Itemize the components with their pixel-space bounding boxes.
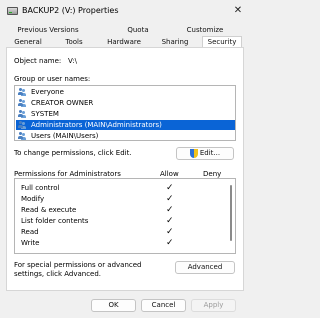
tab-strip: Previous Versions Quota Customize Genera… (6, 24, 244, 49)
permission-row: Write ✓ (21, 238, 221, 249)
tab-previous-versions[interactable]: Previous Versions (6, 25, 90, 36)
permissions-title: Permissions for Administrators (14, 170, 121, 178)
permissions-list[interactable]: Full control ✓ Modify ✓ Read & execute ✓… (14, 178, 236, 254)
permissions-scrollbar[interactable] (230, 185, 232, 241)
security-panel (6, 47, 244, 291)
user-item-creator-owner[interactable]: CREATOR OWNER (16, 98, 235, 108)
users-group-icon (18, 110, 28, 118)
permission-row: List folder contents ✓ (21, 216, 221, 227)
user-item-administrators[interactable]: Administrators (MAIN\Administrators) (16, 120, 235, 130)
object-name-value: V:\ (68, 57, 77, 65)
user-item-system[interactable]: SYSTEM (16, 109, 235, 119)
allow-check-icon: ✓ (166, 227, 174, 237)
advanced-button[interactable]: Advanced (175, 261, 235, 274)
allow-check-icon: ✓ (166, 238, 174, 248)
permission-row: Modify ✓ (21, 194, 221, 205)
allow-check-icon: ✓ (166, 216, 174, 226)
users-group-icon (18, 121, 28, 129)
groups-label: Group or user names: (14, 75, 91, 83)
permission-row: Full control ✓ (21, 183, 221, 194)
user-item-users[interactable]: Users (MAIN\Users) (16, 131, 235, 141)
allow-check-icon: ✓ (166, 194, 174, 204)
permission-name: Write (21, 239, 40, 247)
user-item-label: SYSTEM (31, 110, 59, 118)
change-permissions-label: To change permissions, click Edit. (14, 149, 132, 157)
user-list[interactable]: Everyone CREATOR OWNER SYSTEM Administra… (14, 85, 236, 141)
tab-customize[interactable]: Customize (179, 25, 231, 36)
title-bar: BACKUP2 (V:) Properties ✕ (0, 0, 250, 22)
close-button[interactable]: ✕ (231, 4, 245, 18)
window-title: BACKUP2 (V:) Properties (22, 6, 119, 15)
cancel-button[interactable]: Cancel (141, 299, 186, 312)
users-group-icon (18, 132, 28, 140)
permission-name: Modify (21, 195, 45, 203)
permission-name: Read (21, 228, 39, 236)
allow-check-icon: ✓ (166, 205, 174, 215)
edit-button-label: Edit... (199, 149, 221, 157)
edit-button[interactable]: Edit... (176, 147, 234, 160)
user-item-label: Administrators (MAIN\Administrators) (31, 121, 162, 129)
user-item-label: CREATOR OWNER (31, 99, 94, 107)
ok-button[interactable]: OK (91, 299, 136, 312)
drive-icon (7, 7, 18, 15)
tab-quota[interactable]: Quota (118, 25, 158, 36)
allow-check-icon: ✓ (166, 183, 174, 193)
user-item-label: Users (MAIN\Users) (31, 132, 99, 140)
apply-button[interactable]: Apply (191, 299, 236, 312)
user-item-label: Everyone (31, 88, 64, 96)
permission-row: Read ✓ (21, 227, 221, 238)
permission-name: Read & execute (21, 206, 77, 214)
permission-name: List folder contents (21, 217, 89, 225)
permission-name: Full control (21, 184, 60, 192)
permission-row: Read & execute ✓ (21, 205, 221, 216)
users-group-icon (18, 99, 28, 107)
uac-shield-icon (189, 149, 198, 158)
object-name-label: Object name: (14, 57, 62, 65)
allow-column-header: Allow (160, 170, 179, 178)
user-item-everyone[interactable]: Everyone (16, 87, 235, 97)
special-permissions-label: For special permissions or advanced sett… (14, 261, 142, 278)
deny-column-header: Deny (203, 170, 222, 178)
users-group-icon (18, 88, 28, 96)
